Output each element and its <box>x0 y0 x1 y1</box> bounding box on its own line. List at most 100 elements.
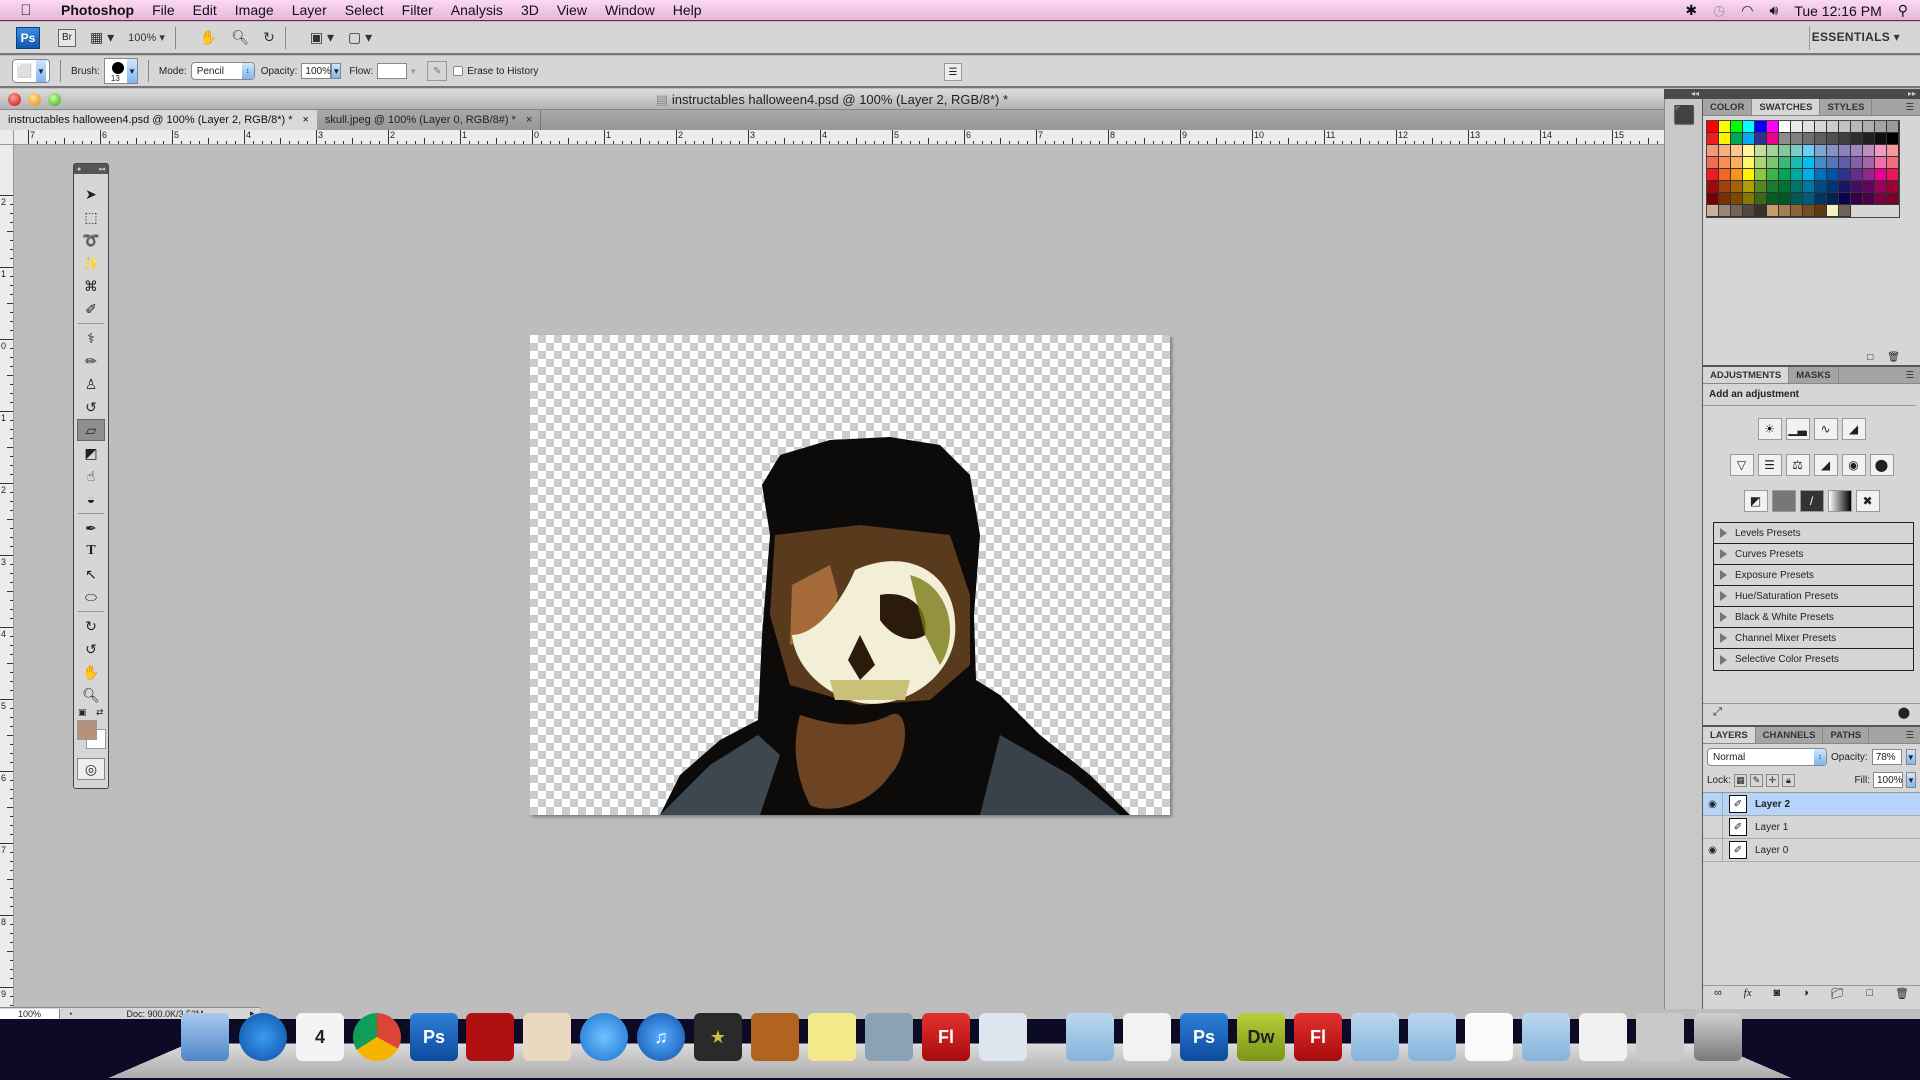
color-swatch[interactable] <box>1719 145 1731 157</box>
menu-analysis[interactable]: Analysis <box>442 2 512 18</box>
color-swatch[interactable] <box>1791 205 1803 217</box>
color-swatch[interactable] <box>1767 133 1779 145</box>
levels-icon[interactable]: ▁▃ <box>1785 418 1810 440</box>
layer-opacity-field[interactable]: 78% <box>1871 749 1902 765</box>
dock-folder[interactable] <box>1066 1013 1114 1061</box>
spotlight-icon[interactable]: ⚲ <box>1898 2 1908 19</box>
menu-layer[interactable]: Layer <box>283 2 336 18</box>
color-swatch[interactable] <box>1719 157 1731 169</box>
invert-icon[interactable]: ◩ <box>1743 490 1768 512</box>
hand-tool-icon[interactable]: ✋ <box>77 661 105 683</box>
shape-tool-icon[interactable]: ⬭ <box>77 586 105 608</box>
color-swatch[interactable] <box>1839 121 1851 133</box>
move-tool-icon[interactable]: ➤ <box>77 183 105 205</box>
color-swatch[interactable] <box>1779 133 1791 145</box>
color-swatch[interactable] <box>1839 193 1851 205</box>
color-swatch[interactable] <box>1719 181 1731 193</box>
color-swatch[interactable] <box>1707 157 1719 169</box>
expanded-view-icon[interactable]: ⤢ <box>1713 706 1722 719</box>
color-swatch[interactable] <box>1743 145 1755 157</box>
color-swatch[interactable] <box>1887 181 1899 193</box>
preset-hue-saturation[interactable]: Hue/Saturation Presets <box>1714 586 1913 607</box>
color-swatch[interactable] <box>1863 145 1875 157</box>
color-swatch[interactable] <box>1779 193 1791 205</box>
color-swatch[interactable] <box>1767 169 1779 181</box>
tab-color[interactable]: COLOR <box>1703 99 1753 115</box>
color-swatch[interactable] <box>1791 169 1803 181</box>
posterize-icon[interactable] <box>1771 490 1796 512</box>
tab-halloween4[interactable]: instructables halloween4.psd @ 100% (Lay… <box>0 110 317 130</box>
color-swatch[interactable] <box>1707 169 1719 181</box>
tab-styles[interactable]: STYLES <box>1820 99 1873 115</box>
channel-mixer-icon[interactable]: ⬤ <box>1869 454 1894 476</box>
color-swatch[interactable] <box>1815 169 1827 181</box>
color-swatch[interactable] <box>1875 121 1887 133</box>
color-swatch[interactable] <box>1767 181 1779 193</box>
lock-transparency-icon[interactable]: ▦ <box>1733 773 1747 787</box>
color-swatch[interactable] <box>1887 133 1899 145</box>
ruler-origin[interactable] <box>0 130 14 145</box>
color-swatch[interactable] <box>1779 121 1791 133</box>
color-swatch[interactable] <box>1755 181 1767 193</box>
color-swatch[interactable] <box>1779 169 1791 181</box>
color-swatch[interactable] <box>1851 133 1863 145</box>
toggle-panels-icon[interactable]: ☰ <box>944 63 962 81</box>
color-swatch[interactable] <box>1815 145 1827 157</box>
color-swatch[interactable] <box>1743 133 1755 145</box>
color-swatch[interactable] <box>1791 193 1803 205</box>
menu-filter[interactable]: Filter <box>393 2 442 18</box>
menu-photoshop[interactable]: Photoshop <box>52 2 143 18</box>
menu-3d[interactable]: 3D <box>512 2 548 18</box>
vibrance-icon[interactable]: ▽ <box>1729 454 1754 476</box>
color-swatch[interactable] <box>1815 133 1827 145</box>
color-swatch[interactable] <box>1731 181 1743 193</box>
color-swatch[interactable] <box>1815 157 1827 169</box>
color-swatch[interactable] <box>1803 145 1815 157</box>
color-swatch[interactable] <box>1827 145 1839 157</box>
tab-channels[interactable]: CHANNELS <box>1756 727 1824 743</box>
new-layer-icon[interactable]: □ <box>1866 987 1873 1001</box>
swap-colors-icon[interactable]: ⇄ <box>96 707 104 718</box>
color-swatch[interactable] <box>1827 181 1839 193</box>
layer-name[interactable]: Layer 2 <box>1755 799 1790 810</box>
layer-name[interactable]: Layer 0 <box>1755 845 1788 856</box>
clock[interactable]: Tue 12:16 PM <box>1794 3 1881 19</box>
panel-menu-icon[interactable]: ☰ <box>1905 727 1920 743</box>
color-swatch[interactable] <box>1731 133 1743 145</box>
color-swatch[interactable] <box>1743 205 1755 217</box>
color-swatch[interactable] <box>1887 145 1899 157</box>
3d-rotate-tool-icon[interactable]: ↻ <box>77 615 105 637</box>
dock-documents-folder[interactable] <box>1351 1013 1399 1061</box>
zoom-window-button[interactable] <box>48 93 61 106</box>
color-swatch[interactable] <box>1803 133 1815 145</box>
delete-swatch-icon[interactable]: 🗑︎ <box>1887 352 1900 363</box>
color-swatch[interactable] <box>1779 181 1791 193</box>
color-swatch[interactable] <box>1755 133 1767 145</box>
paint-bucket-tool-icon[interactable]: ◩ <box>77 442 105 464</box>
3d-orbit-tool-icon[interactable]: ↺ <box>77 638 105 660</box>
panel-menu-icon[interactable]: ☰ <box>1905 99 1920 115</box>
color-swatch[interactable] <box>1707 121 1719 133</box>
color-swatch[interactable] <box>1863 181 1875 193</box>
dock-stickies[interactable] <box>808 1013 856 1061</box>
add-mask-icon[interactable]: ◙ <box>1774 987 1781 1001</box>
healing-brush-tool-icon[interactable]: ⚕ <box>77 327 105 349</box>
dock-preview[interactable] <box>979 1013 1027 1061</box>
horizontal-ruler[interactable]: 7 6 5 4 3 2 1 0 1 2 3 4 5 6 7 8 9 10 11 12 13 14 15 <box>14 130 1664 145</box>
color-swatch[interactable] <box>1731 193 1743 205</box>
color-swatch[interactable] <box>1863 133 1875 145</box>
tab-masks[interactable]: MASKS <box>1789 367 1839 383</box>
visibility-toggle-empty[interactable] <box>1703 816 1723 838</box>
color-swatch[interactable] <box>1731 145 1743 157</box>
menu-view[interactable]: View <box>548 2 596 18</box>
layer-row-layer-2[interactable]: ◉ ✐ Layer 2 <box>1703 793 1920 816</box>
color-swatch[interactable] <box>1731 169 1743 181</box>
dock-chrome[interactable] <box>353 1013 401 1061</box>
color-swatch[interactable] <box>1875 169 1887 181</box>
dock-imovie[interactable]: ★ <box>694 1013 742 1061</box>
threshold-icon[interactable]: / <box>1799 490 1824 512</box>
screen-mode-icon[interactable]: ▢ ▾ <box>348 29 372 46</box>
color-swatch[interactable] <box>1863 157 1875 169</box>
color-swatch[interactable] <box>1815 205 1827 217</box>
path-selection-tool-icon[interactable]: ↖ <box>77 563 105 585</box>
